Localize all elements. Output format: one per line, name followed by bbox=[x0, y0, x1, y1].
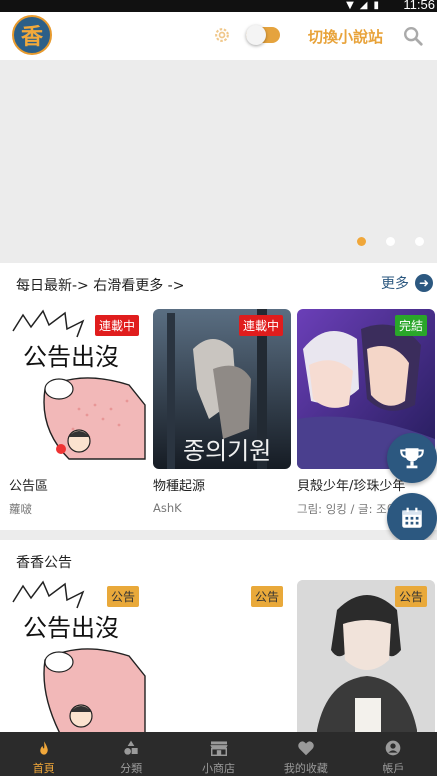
notice-cover: 公告 bbox=[153, 580, 291, 732]
theme-toggle[interactable] bbox=[246, 25, 280, 45]
status-badge: 連載中 bbox=[94, 315, 139, 336]
notice-cover: 公告出沒 公告 bbox=[9, 580, 147, 732]
notice-card[interactable]: 公告 bbox=[153, 580, 291, 732]
nav-label: 小商店 bbox=[202, 762, 236, 775]
notice-badge: 公告 bbox=[106, 586, 139, 607]
nav-favorites[interactable]: 我的收藏 bbox=[262, 732, 349, 776]
nav-label: 首頁 bbox=[32, 762, 55, 775]
nav-home[interactable]: 首頁 bbox=[0, 732, 87, 776]
app-logo[interactable]: 香 bbox=[12, 15, 52, 55]
comic-cover: 종의기원 連載中 bbox=[153, 309, 291, 469]
section-title: 香香公告 bbox=[16, 555, 72, 571]
heart-icon bbox=[298, 741, 314, 756]
comic-title: 物種起源 bbox=[153, 479, 206, 494]
nav-category[interactable]: 分類 bbox=[87, 732, 174, 776]
toggle-knob bbox=[246, 25, 266, 45]
notice-card[interactable]: 公告出沒 公告 bbox=[9, 580, 147, 732]
status-badge: 完結 bbox=[394, 315, 427, 336]
notice-card[interactable]: 公告 bbox=[297, 580, 435, 732]
notice-badge: 公告 bbox=[250, 586, 283, 607]
comic-title: 公告區 bbox=[9, 479, 49, 494]
carousel-dot[interactable] bbox=[415, 237, 424, 246]
bottom-navigation: 首頁 分類 小商店 我的收藏 帳戶 bbox=[0, 732, 437, 776]
banner-carousel[interactable] bbox=[0, 60, 437, 255]
comic-author: AshK bbox=[153, 501, 182, 515]
status-time: 11:56 bbox=[403, 0, 435, 12]
section-title: 每日最新-> 右滑看更多 -> bbox=[16, 278, 185, 294]
carousel-dot[interactable] bbox=[386, 237, 395, 246]
status-badge: 連載中 bbox=[238, 315, 283, 336]
gear-icon[interactable] bbox=[212, 25, 232, 45]
more-button[interactable]: 更多 ➜ bbox=[381, 273, 433, 293]
flame-icon bbox=[39, 741, 48, 755]
notice-badge: 公告 bbox=[394, 586, 427, 607]
comic-cover: 公告出沒 連載中 bbox=[9, 309, 147, 469]
nav-label: 我的收藏 bbox=[283, 762, 328, 775]
nav-store[interactable]: 小商店 bbox=[175, 732, 262, 776]
comic-title: 貝殼少年/珍珠少年 bbox=[297, 479, 406, 494]
user-icon bbox=[385, 740, 401, 756]
search-icon[interactable] bbox=[402, 25, 424, 47]
notice-cover: 公告 bbox=[297, 580, 435, 732]
daily-latest-section: 每日最新-> 右滑看更多 -> 更多 ➜ 公告出沒 連載中 公告區 蘿啵 종의기… bbox=[0, 263, 437, 530]
cover-text: 종의기원 bbox=[183, 437, 271, 465]
nav-label: 分類 bbox=[120, 762, 143, 775]
cover-text: 公告出沒 bbox=[23, 343, 119, 371]
comic-author: 그림: 잉킹 / 글: 조이 bbox=[297, 502, 398, 516]
notice-section: 香香公告 公告出沒 公告 公告 公告 bbox=[0, 540, 437, 732]
shapes-icon bbox=[124, 740, 138, 755]
arrow-right-icon: ➜ bbox=[415, 274, 433, 292]
status-bar: ▼◢▮ 11:56 bbox=[0, 0, 437, 12]
more-label: 更多 bbox=[381, 276, 409, 292]
calendar-icon bbox=[402, 507, 422, 528]
status-icons: ▼◢▮ bbox=[346, 0, 385, 11]
switch-site-button[interactable]: 切換小說站 bbox=[308, 26, 383, 47]
nav-account[interactable]: 帳戶 bbox=[350, 732, 437, 776]
comic-card[interactable]: 종의기원 連載中 物種起源 AshK bbox=[153, 309, 291, 515]
calendar-fab[interactable] bbox=[387, 493, 437, 543]
carousel-dot[interactable] bbox=[357, 237, 366, 246]
cover-text: 公告出沒 bbox=[23, 614, 119, 642]
top-bar: 香 切換小說站 bbox=[0, 12, 437, 60]
comic-author: 蘿啵 bbox=[9, 502, 32, 516]
nav-label: 帳戶 bbox=[382, 762, 405, 775]
trophy-icon bbox=[400, 448, 424, 469]
ranking-fab[interactable] bbox=[387, 433, 437, 483]
store-icon bbox=[209, 741, 228, 756]
carousel-indicator bbox=[357, 237, 424, 246]
comic-card[interactable]: 公告出沒 連載中 公告區 蘿啵 bbox=[9, 309, 147, 516]
logo-text: 香 bbox=[20, 24, 43, 50]
